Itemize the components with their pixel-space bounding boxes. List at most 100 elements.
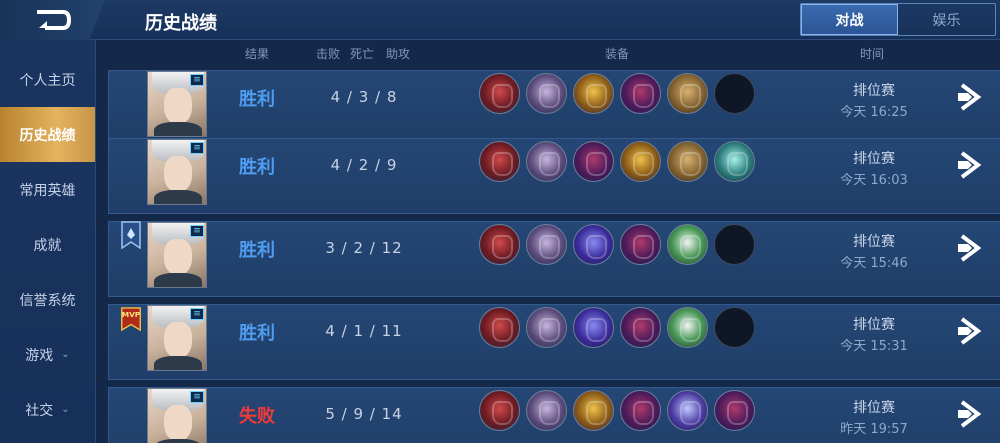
sidebar-item-label: 游戏	[25, 347, 54, 364]
kda-value: 4 / 1 / 11	[325, 322, 403, 340]
match-mode: 排位赛	[853, 234, 895, 250]
sidebar-item-history[interactable]: 历史战绩	[0, 107, 95, 162]
crystal-icon[interactable]	[714, 141, 755, 182]
gold-icon[interactable]	[573, 73, 614, 114]
dragon-icon[interactable]	[573, 224, 614, 265]
match-row[interactable]: ≡ 失败 5 / 9 / 14 排位赛昨天 19:57	[108, 387, 1000, 443]
match-time: 今天 15:46	[840, 256, 908, 271]
match-time: 昨天 19:57	[840, 422, 908, 437]
back-icon	[36, 10, 71, 30]
dragon-icon[interactable]	[573, 307, 614, 348]
chevron-right-icon	[958, 234, 982, 262]
match-row[interactable]: MVP ≡ 胜利 4 / 1 / 11 排位赛 今天 15:31	[108, 304, 1000, 380]
column-result: 结果	[245, 47, 270, 61]
mode-tabs: 对战 娱乐	[800, 3, 996, 36]
wing-icon[interactable]	[667, 390, 708, 431]
mvp-badge-icon: MVP	[119, 303, 143, 335]
box-icon[interactable]	[667, 141, 708, 182]
match-row[interactable]: ≡ 胜利 4 / 2 / 9 排位赛 今天 16:03	[108, 138, 1000, 214]
match-result: 失败	[239, 406, 275, 427]
hero-portrait: ≡	[147, 305, 207, 371]
match-row[interactable]: ≡ 胜利 4 / 3 / 8 排位赛 今天 16:25	[108, 70, 1000, 146]
equipment-list	[479, 307, 755, 348]
sidebar-item-label: 成就	[33, 237, 62, 254]
sidebar-item-social[interactable]: 社交 ⌄	[0, 382, 95, 437]
chevron-down-icon: ⌄	[61, 404, 70, 415]
detail-arrow-button[interactable]	[954, 230, 990, 266]
sidebar-item-label: 历史战绩	[19, 127, 76, 144]
gold-icon[interactable]	[620, 141, 661, 182]
hero-portrait: ≡	[147, 388, 207, 443]
hero-portrait: ≡	[147, 139, 207, 205]
empty-item-slot[interactable]	[714, 224, 755, 265]
page-title: 历史战绩	[145, 13, 217, 34]
hero-portrait: ≡	[147, 71, 207, 137]
skull-icon[interactable]	[526, 73, 567, 114]
boots-icon[interactable]	[479, 307, 520, 348]
sidebar-item-profile[interactable]: 个人主页	[0, 52, 95, 107]
kda-value: 5 / 9 / 14	[325, 405, 403, 423]
empty-item-slot[interactable]	[714, 307, 755, 348]
match-row[interactable]: ≡ 胜利 3 / 2 / 12 排位赛 今天 15:46	[108, 221, 1000, 297]
svg-text:MVP: MVP	[122, 310, 141, 319]
match-mode: 排位赛	[853, 400, 895, 416]
sidebar-item-achievements[interactable]: 成就	[0, 217, 95, 272]
sidebar-item-label: 常用英雄	[19, 182, 76, 199]
detail-arrow-button[interactable]	[954, 396, 990, 432]
match-result: 胜利	[239, 157, 275, 178]
boots-icon[interactable]	[479, 390, 520, 431]
match-result: 胜利	[239, 89, 275, 110]
boots-icon[interactable]	[479, 73, 520, 114]
hood-icon[interactable]	[714, 390, 755, 431]
hood-icon[interactable]	[620, 390, 661, 431]
card-icon[interactable]	[667, 224, 708, 265]
equipment-list	[479, 73, 755, 114]
gold-icon[interactable]	[573, 390, 614, 431]
column-deaths: 死亡	[350, 47, 375, 61]
skull-icon[interactable]	[526, 307, 567, 348]
hood-icon[interactable]	[620, 73, 661, 114]
card-icon[interactable]	[667, 307, 708, 348]
sidebar-item-reputation[interactable]: 信誉系统	[0, 272, 95, 327]
hood-icon[interactable]	[620, 307, 661, 348]
top-bar: 历史战绩 对战 娱乐	[0, 0, 1000, 40]
tab-entertainment[interactable]: 娱乐	[898, 4, 995, 35]
match-result: 胜利	[239, 323, 275, 344]
match-mode: 排位赛	[853, 83, 895, 99]
detail-arrow-button[interactable]	[954, 79, 990, 115]
kda-value: 4 / 3 / 8	[330, 88, 398, 106]
sidebar-item-label: 个人主页	[19, 72, 76, 89]
match-mode: 排位赛	[853, 151, 895, 167]
boots-icon[interactable]	[479, 141, 520, 182]
skull-icon[interactable]	[526, 390, 567, 431]
equipment-list	[479, 390, 755, 431]
box-icon[interactable]	[667, 73, 708, 114]
back-button[interactable]	[0, 0, 105, 40]
column-equipment: 装备	[605, 47, 630, 61]
chevron-right-icon	[958, 151, 982, 179]
skull-icon[interactable]	[526, 224, 567, 265]
equipment-list	[479, 224, 755, 265]
match-time: 今天 15:31	[840, 339, 908, 354]
equipment-list	[479, 141, 755, 182]
kda-value: 3 / 2 / 12	[325, 239, 403, 257]
sidebar-item-game[interactable]: 游戏 ⌄	[0, 327, 95, 382]
sidebar-item-heroes[interactable]: 常用英雄	[0, 162, 95, 217]
boots-icon[interactable]	[479, 224, 520, 265]
column-time: 时间	[860, 47, 885, 61]
empty-item-slot[interactable]	[714, 73, 755, 114]
chevron-right-icon	[958, 400, 982, 428]
detail-arrow-button[interactable]	[954, 313, 990, 349]
hood-icon[interactable]	[620, 224, 661, 265]
kda-value: 4 / 2 / 9	[330, 156, 398, 174]
chevron-right-icon	[958, 317, 982, 345]
column-kills: 击败	[316, 47, 341, 61]
sidebar-item-label: 社交	[25, 402, 54, 419]
skull-icon[interactable]	[526, 141, 567, 182]
column-assists: 助攻	[386, 47, 411, 61]
sidebar: 个人主页 历史战绩 常用英雄 成就 信誉系统 游戏 ⌄ 社交 ⌄	[0, 40, 96, 443]
hero-portrait: ≡	[147, 222, 207, 288]
hood-icon[interactable]	[573, 141, 614, 182]
detail-arrow-button[interactable]	[954, 147, 990, 183]
tab-battle[interactable]: 对战	[801, 4, 898, 35]
